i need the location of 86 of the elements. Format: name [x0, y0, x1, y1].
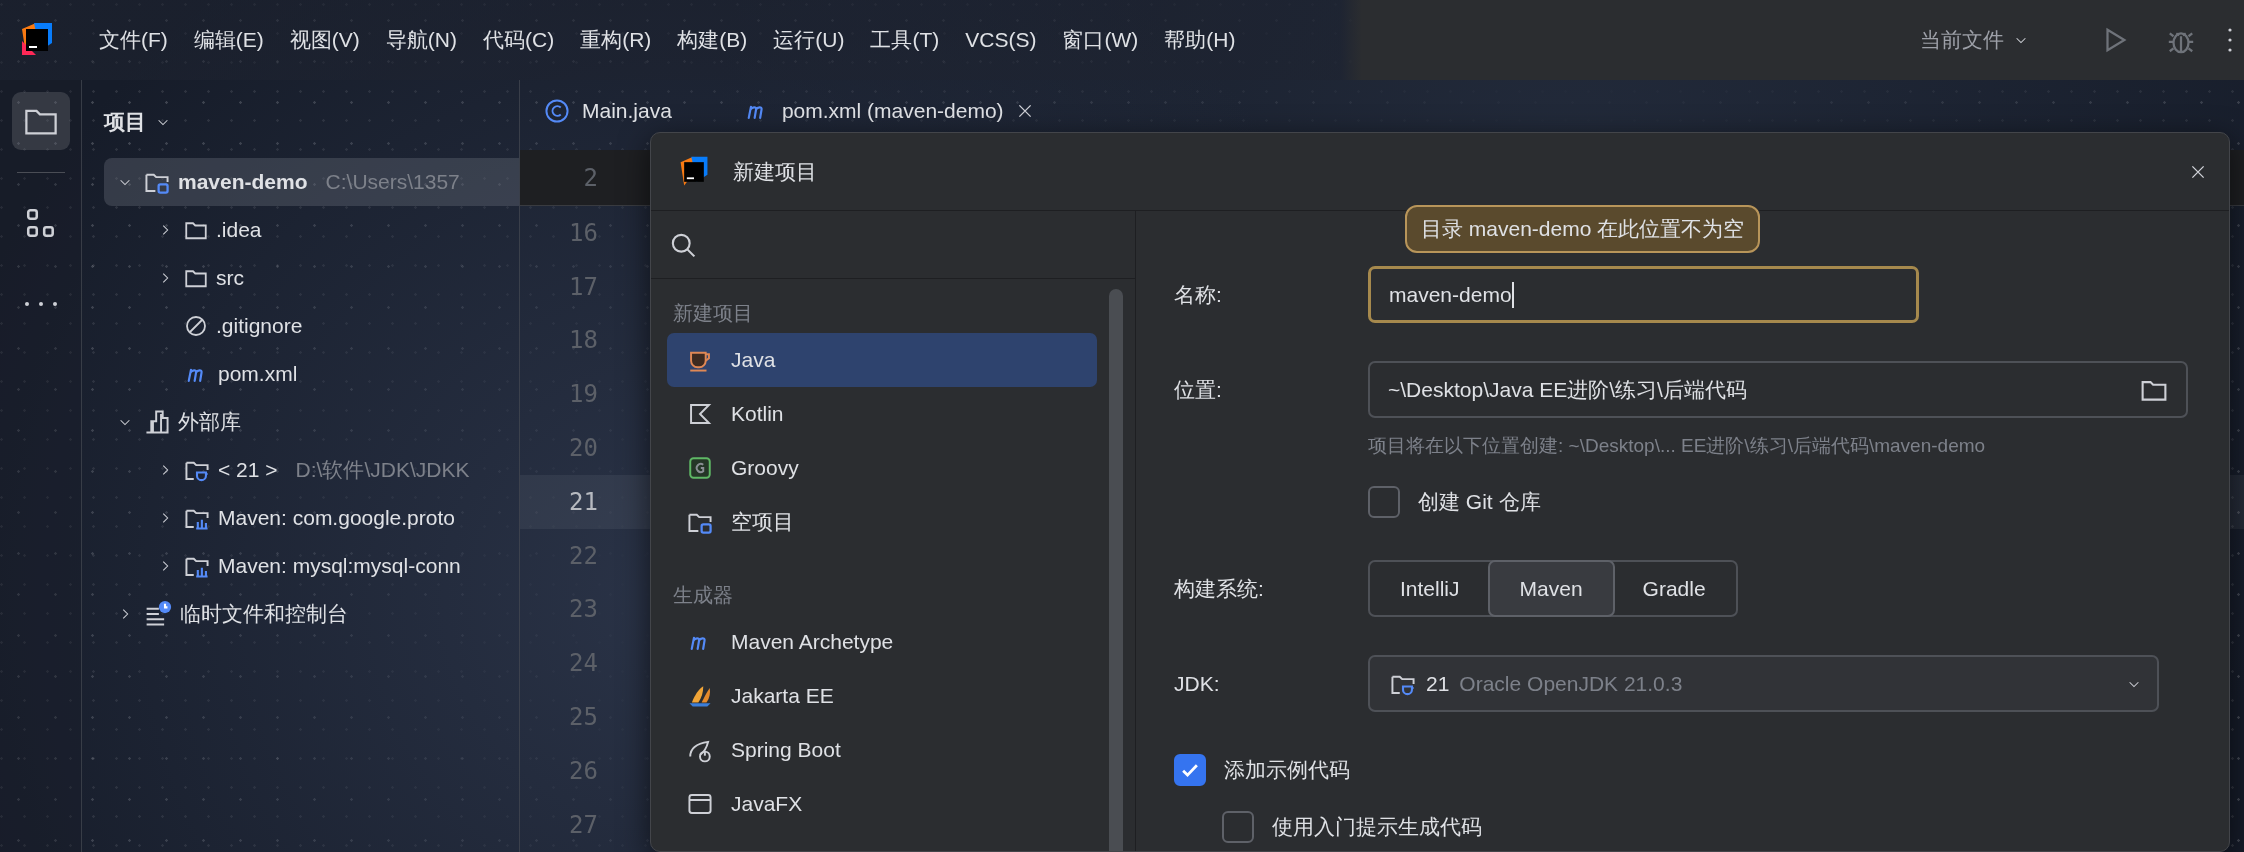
tree-row[interactable]: src [104, 254, 519, 302]
menu-item[interactable]: 重构(R) [567, 26, 665, 54]
checkbox-label: 使用入门提示生成代码 [1272, 814, 1482, 840]
checkbox[interactable] [1368, 486, 1400, 518]
tree-item-label: 外部库 [178, 409, 241, 435]
segmented-option[interactable]: Maven [1487, 560, 1615, 617]
tree-item-label: Maven: com.google.proto [218, 506, 455, 530]
tree-item-label: < 21 > [218, 458, 278, 482]
menu-item[interactable]: 视图(V) [276, 26, 373, 54]
section-header: 生成器 [672, 582, 734, 608]
editor-tab[interactable]: pom.xml (maven-demo) [743, 99, 1034, 123]
tree-item-path: D:\软件\JDK\JDKK [295, 457, 470, 483]
tree-row[interactable]: Maven: mysql:mysql-conn [104, 542, 519, 590]
tree-item-label: .gitignore [216, 314, 303, 338]
tree-row[interactable]: < 21 > D:\软件\JDK\JDKK [104, 446, 519, 494]
field-label: 构建系统: [1174, 575, 1265, 602]
tree-item-label: .idea [216, 218, 262, 242]
project-type-item[interactable]: Jakarta EE [667, 669, 1097, 723]
tree-row[interactable]: 临时文件和控制台 [104, 590, 519, 638]
segmented-option[interactable]: Gradle [1612, 562, 1736, 615]
tree-item-label: Maven: mysql:mysql-conn [218, 554, 461, 578]
line-number: 18 [568, 326, 599, 355]
menu-item[interactable]: 文件(F) [86, 26, 181, 54]
line-number: 21 [568, 487, 599, 516]
tree-item-path: C:\Users\1357 [325, 170, 460, 194]
warning-tooltip: 目录 maven-demo 在此位置不为空 [1405, 205, 1761, 253]
ignore-file-icon [184, 314, 208, 338]
run-config-dropdown[interactable]: 当前文件 [1920, 26, 2028, 54]
tree-item-label: pom.xml [218, 362, 298, 386]
location-hint: 项目将在以下位置创建: ~\Desktop\... EE进阶\练习\后端代码\maven-demo [1368, 434, 1987, 458]
kotlin-icon [687, 401, 713, 427]
line-number: 16 [568, 218, 599, 247]
dialog-title: 新建项目 [733, 158, 818, 185]
section-header: 新建项目 [672, 300, 754, 326]
menu-item[interactable]: 窗口(W) [1049, 26, 1152, 54]
field-label: 名称: [1174, 281, 1223, 308]
editor-tab[interactable]: Main.java [544, 98, 672, 124]
class-icon [544, 98, 570, 124]
menu-item[interactable]: 构建(B) [664, 26, 761, 54]
checkbox[interactable] [1174, 754, 1206, 786]
tree-row[interactable]: .gitignore [104, 302, 519, 350]
line-number: 17 [568, 272, 599, 301]
project-type-item[interactable]: Java [667, 333, 1097, 387]
scratch-console-icon [144, 600, 172, 628]
line-number: 2 [582, 163, 599, 192]
tree-row[interactable]: Maven: com.google.proto [104, 494, 519, 542]
menu-item[interactable]: VCS(S) [952, 28, 1050, 52]
menu-item[interactable]: 工具(T) [857, 26, 953, 54]
jdk-dropdown[interactable]: 21 Oracle OpenJDK 21.0.3 [1368, 655, 2159, 712]
window-icon [687, 791, 713, 817]
project-type-item[interactable]: Spring Boot [667, 723, 1097, 777]
tool-window-button[interactable] [11, 92, 70, 150]
menu-item[interactable]: 代码(C) [470, 26, 568, 54]
project-type-item[interactable]: Kotlin [667, 387, 1097, 441]
line-number: 26 [568, 756, 599, 785]
more-horizontal-icon [23, 299, 58, 309]
location-field[interactable]: ~\Desktop\Java EE进阶\练习\后端代码 [1368, 361, 2188, 418]
project-type-item[interactable]: Maven Archetype [667, 615, 1097, 669]
project-type-item[interactable]: Groovy [667, 441, 1097, 495]
tree-item-label: src [216, 266, 244, 290]
tree-item-label: maven-demo [178, 170, 308, 194]
menu-item[interactable]: 导航(N) [372, 26, 470, 54]
field-label: 位置: [1174, 376, 1223, 403]
checkbox[interactable] [1222, 811, 1254, 843]
project-type-item[interactable]: JavaFX [667, 777, 1097, 831]
checkbox-label: 添加示例代码 [1224, 757, 1350, 783]
tree-row[interactable]: pom.xml [104, 350, 519, 398]
field-label: JDK: [1174, 671, 1221, 696]
menu-item[interactable]: 帮助(H) [1151, 26, 1249, 54]
segmented-option[interactable]: IntelliJ [1370, 562, 1490, 615]
checkbox-label: 创建 Git 仓库 [1418, 489, 1541, 515]
more-vertical-icon [2226, 26, 2234, 54]
groovy-icon [687, 455, 713, 481]
line-number: 19 [568, 380, 599, 409]
panel-title[interactable]: 项目 [104, 108, 146, 136]
scrollbar[interactable] [1109, 289, 1123, 851]
tree-row[interactable]: 外部库 [104, 398, 519, 446]
menu-item[interactable]: 编辑(E) [180, 26, 277, 54]
tree-row[interactable]: .idea [104, 206, 519, 254]
library-icon [144, 409, 170, 435]
tree-item-label: 临时文件和控制台 [180, 601, 348, 627]
name-field[interactable]: maven-demo [1368, 266, 1919, 323]
project-type-item[interactable]: 空项目 [667, 495, 1097, 549]
line-number: 27 [568, 810, 599, 839]
menu-item[interactable]: 运行(U) [760, 26, 858, 54]
tree-row[interactable]: maven-demo C:\Users\1357 [104, 158, 519, 206]
